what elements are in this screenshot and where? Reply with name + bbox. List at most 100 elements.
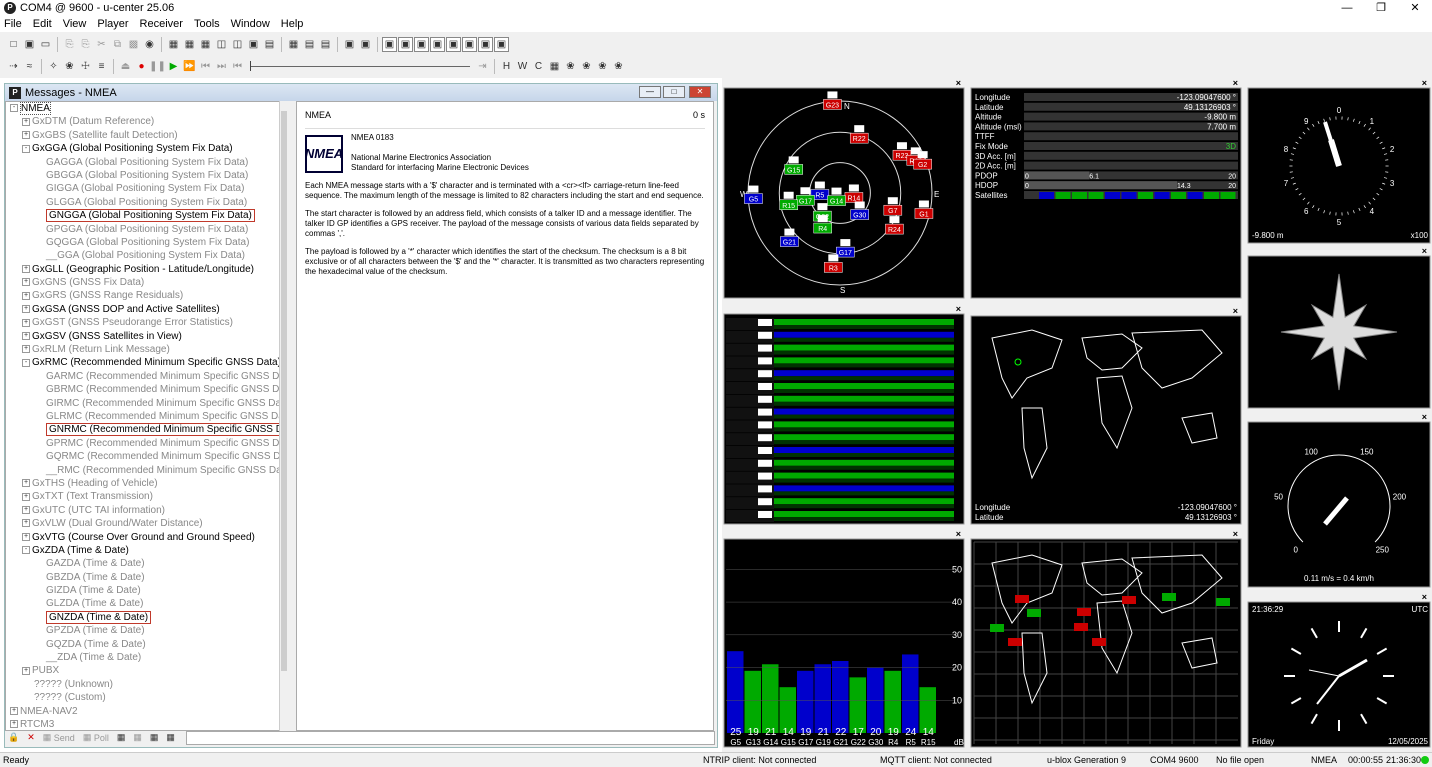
tree-item[interactable]: GIZDA (Time & Date)	[6, 584, 287, 597]
tree-item[interactable]: GBRMC (Recommended Minimum Specific GNSS…	[6, 383, 287, 396]
open-icon[interactable]: ▭	[38, 37, 53, 52]
expand-icon[interactable]: +	[22, 318, 30, 327]
tool-button-b[interactable]: ▦	[130, 731, 145, 745]
step-forward-icon[interactable]: ⏭	[214, 59, 229, 74]
view-icon-1[interactable]: ▤	[302, 37, 317, 52]
baudrate-icon[interactable]: ≈	[22, 59, 37, 74]
print-preview-icon[interactable]: ⎘	[78, 37, 93, 52]
collapse-icon[interactable]: -	[22, 546, 30, 555]
tree-item[interactable]: - GxGGA (Global Positioning System Fix Da…	[6, 142, 287, 155]
menu-receiver[interactable]: Receiver	[140, 18, 183, 30]
tool-icon-6[interactable]: ▣	[246, 37, 261, 52]
config-icon[interactable]: ▦	[547, 59, 562, 74]
view-icon-5[interactable]: ▣	[382, 36, 397, 52]
tree-item[interactable]: ????? (Custom)	[6, 691, 287, 704]
gnss-icon-1[interactable]: ❀	[563, 59, 578, 74]
tree-item[interactable]: GIRMC (Recommended Minimum Specific GNSS…	[6, 397, 287, 410]
tool-icon-7[interactable]: ▤	[262, 37, 277, 52]
gnss-icon-3[interactable]: ❀	[595, 59, 610, 74]
menu-tools[interactable]: Tools	[194, 18, 220, 30]
tree-item[interactable]: + NMEA-NAV2	[6, 705, 287, 718]
tree-item[interactable]: GPZDA (Time & Date)	[6, 624, 287, 637]
tool-icon-4[interactable]: ◫	[214, 37, 229, 52]
tool-icon-2[interactable]: ▦	[182, 37, 197, 52]
print-icon[interactable]: ⎘	[62, 37, 77, 52]
receiver-icon[interactable]: ☩	[78, 59, 93, 74]
tool-button-c[interactable]: ▦	[147, 731, 162, 745]
delete-icon[interactable]: ✕	[24, 731, 38, 745]
tree-item[interactable]: __ZDA (Time & Date)	[6, 651, 287, 664]
view-icon-2[interactable]: ▤	[318, 37, 333, 52]
tree-item[interactable]: GAZDA (Time & Date)	[6, 557, 287, 570]
tree-item[interactable]: ????? (Unknown)	[6, 678, 287, 691]
hot-start-icon[interactable]: H	[499, 59, 514, 74]
expand-icon[interactable]: +	[22, 278, 30, 287]
menu-window[interactable]: Window	[231, 18, 270, 30]
collapse-icon[interactable]: -	[22, 144, 30, 153]
view-icon-10[interactable]: ▣	[462, 36, 477, 52]
record-settings-icon[interactable]: ◉	[142, 37, 157, 52]
menu-player[interactable]: Player	[97, 18, 128, 30]
gnss-icon-4[interactable]: ❀	[611, 59, 626, 74]
expand-icon[interactable]: +	[22, 532, 30, 541]
tool-button-d[interactable]: ▦	[163, 731, 178, 745]
tree-item[interactable]: + GxVTG (Course Over Ground and Ground Sp…	[6, 531, 287, 544]
collapse-icon[interactable]: -	[22, 358, 30, 367]
tool-button-a[interactable]: ▦	[114, 731, 129, 745]
close-button[interactable]: ✕	[1398, 0, 1432, 16]
tree-item[interactable]: + GxGLL (Geographic Position - Latitude/L…	[6, 263, 287, 276]
message-tree[interactable]: - NMEA + GxDTM (Datum Reference) + GxGBS (Sat…	[5, 101, 288, 731]
tree-item[interactable]: - GxRMC (Recommended Minimum Specific GNS…	[6, 356, 287, 369]
tree-item[interactable]: + GxTHS (Heading of Vehicle)	[6, 477, 287, 490]
expand-icon[interactable]: +	[22, 506, 30, 515]
tree-item[interactable]: GNRMC (Recommended Minimum Specific GNSS…	[6, 423, 287, 437]
expand-icon[interactable]: +	[10, 720, 18, 729]
messages-close-button[interactable]: ✕	[689, 86, 711, 98]
tree-item[interactable]: + GxDTM (Datum Reference)	[6, 115, 287, 128]
minimize-button[interactable]: —	[1330, 0, 1364, 16]
view-icon-6[interactable]: ▣	[398, 36, 413, 52]
menu-edit[interactable]: Edit	[33, 18, 52, 30]
tree-item[interactable]: GARMC (Recommended Minimum Specific GNSS…	[6, 370, 287, 383]
chart-icon[interactable]: ▦	[286, 37, 301, 52]
tree-item[interactable]: GPGGA (Global Positioning System Fix Dat…	[6, 223, 287, 236]
view-icon-9[interactable]: ▣	[446, 36, 461, 52]
cold-start-icon[interactable]: C	[531, 59, 546, 74]
messages-minimize-button[interactable]: —	[639, 86, 661, 98]
paste-icon[interactable]: ▩	[126, 37, 141, 52]
view-icon-12[interactable]: ▣	[494, 36, 509, 52]
tree-item[interactable]: + GxGSA (GNSS DOP and Active Satellites)	[6, 303, 287, 316]
tree-item[interactable]: GIGGA (Global Positioning System Fix Dat…	[6, 182, 287, 195]
warm-start-icon[interactable]: W	[515, 59, 530, 74]
equalizer-icon[interactable]: ≡	[94, 59, 109, 74]
record-icon[interactable]: ●	[134, 59, 149, 74]
lock-icon[interactable]: 🔒	[5, 731, 22, 745]
step-back-icon[interactable]: ⏮	[198, 59, 213, 74]
tree-item[interactable]: - NMEA	[6, 102, 287, 115]
save-icon[interactable]: ▣	[22, 37, 37, 52]
tree-item[interactable]: GQZDA (Time & Date)	[6, 638, 287, 651]
autobaud-icon[interactable]: ✧	[46, 59, 61, 74]
menu-help[interactable]: Help	[281, 18, 304, 30]
view-icon-4[interactable]: ▣	[358, 37, 373, 52]
rewind-icon[interactable]: ⏮	[230, 59, 245, 74]
expand-icon[interactable]: +	[10, 706, 18, 715]
expand-icon[interactable]: +	[22, 345, 30, 354]
tree-item[interactable]: + GxGST (GNSS Pseudorange Error Statistic…	[6, 316, 287, 329]
tool-icon-1[interactable]: ▦	[166, 37, 181, 52]
view-icon-8[interactable]: ▣	[430, 36, 445, 52]
eject-icon[interactable]: ⏏	[118, 59, 133, 74]
expand-icon[interactable]: +	[22, 519, 30, 528]
expand-icon[interactable]: +	[22, 117, 30, 126]
gnss-icon-2[interactable]: ❀	[579, 59, 594, 74]
tree-item[interactable]: + GxGBS (Satellite fault Detection)	[6, 129, 287, 142]
fast-forward-icon[interactable]: ⏩	[182, 59, 197, 74]
connection-icon[interactable]: ⇢	[6, 59, 21, 74]
tree-item[interactable]: GQRMC (Recommended Minimum Specific GNSS…	[6, 450, 287, 463]
messages-maximize-button[interactable]: □	[663, 86, 685, 98]
menu-view[interactable]: View	[63, 18, 87, 30]
tree-item[interactable]: GNZDA (Time & Date)	[6, 610, 287, 624]
send-button[interactable]: ▦ Send	[40, 731, 78, 745]
debug-icon[interactable]: ❀	[62, 59, 77, 74]
tree-item[interactable]: GPRMC (Recommended Minimum Specific GNSS…	[6, 437, 287, 450]
